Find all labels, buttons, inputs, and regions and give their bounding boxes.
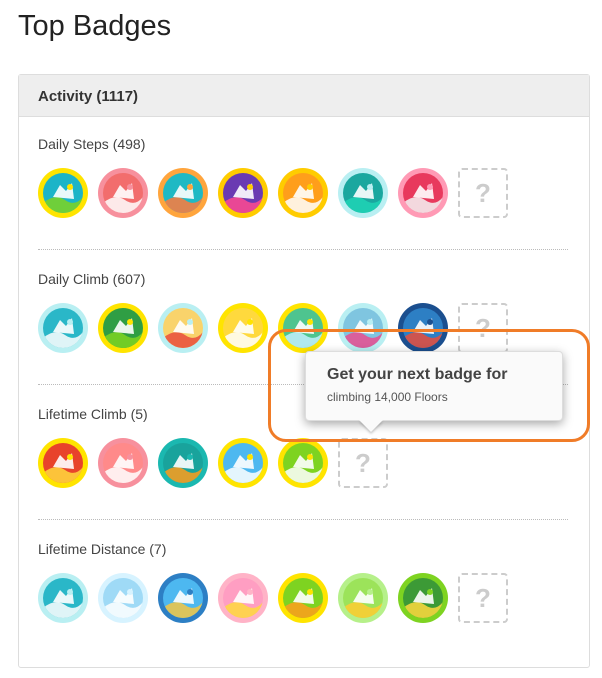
badge-hot-air-balloon[interactable] [158,438,208,488]
big-ben-icon [163,578,203,618]
badge-shoe[interactable] [38,168,88,218]
badge-monument[interactable] [38,573,88,623]
section-title: Daily Climb (607) [38,271,146,287]
badge-lighthouse[interactable] [158,303,208,353]
badge-row: ? [38,438,568,488]
sun-icon [403,578,443,618]
forest-icon [103,308,143,348]
badge-forest[interactable] [98,303,148,353]
giraffe-icon [283,578,323,618]
next-badge-placeholder[interactable]: ? [458,168,508,218]
page-title: Top Badges [18,10,172,42]
panel-header: Activity (1117) [19,75,589,117]
monument-icon [43,578,83,618]
badge-row: ? [38,573,568,623]
section-daily-steps: Daily Steps (498) ? [38,136,568,218]
section-title: Lifetime Distance (7) [38,541,167,557]
badge-sun[interactable] [398,573,448,623]
badge-surfer[interactable] [98,573,148,623]
badge-wave[interactable] [38,303,88,353]
section-divider [38,519,568,520]
hot-air-balloon-icon [163,443,203,483]
badge-big-ben[interactable] [158,573,208,623]
surfer-icon [103,578,143,618]
cloud-icon [283,443,323,483]
badge-row: ? [38,168,568,218]
helicopter-icon [43,443,83,483]
lighthouse-icon [163,308,203,348]
airplane-icon [223,443,263,483]
badge-shoe[interactable] [278,168,328,218]
badge-shoe[interactable] [158,168,208,218]
next-badge-placeholder[interactable]: ? [458,573,508,623]
wave-icon [43,308,83,348]
section-title: Daily Steps (498) [38,136,146,152]
badge-giraffe[interactable] [278,573,328,623]
badge-ferris-wheel[interactable] [218,303,268,353]
section-lifetime-distance: Lifetime Distance (7) ? [38,541,568,623]
annotation-highlight [268,329,590,442]
badge-shoe[interactable] [338,168,388,218]
ferris-wheel-icon [223,308,263,348]
badge-shoe[interactable] [98,168,148,218]
badge-shoe[interactable] [218,168,268,218]
shoe-icon [43,173,83,213]
section-daily-climb: Daily Climb (607) ? [38,271,568,353]
shoe-icon [103,173,143,213]
shoe-icon [343,173,383,213]
shoe-icon [403,173,443,213]
badge-palm-tree[interactable] [218,573,268,623]
badge-airplane[interactable] [218,438,268,488]
palm-tree-icon [223,578,263,618]
badge-castle[interactable] [338,573,388,623]
badge-helicopter[interactable] [38,438,88,488]
skydiver-icon [103,443,143,483]
shoe-icon [223,173,263,213]
section-divider [38,249,568,250]
shoe-icon [283,173,323,213]
next-badge-placeholder[interactable]: ? [338,438,388,488]
badge-skydiver[interactable] [98,438,148,488]
castle-icon [343,578,383,618]
badge-shoe[interactable] [398,168,448,218]
badge-cloud[interactable] [278,438,328,488]
shoe-icon [163,173,203,213]
